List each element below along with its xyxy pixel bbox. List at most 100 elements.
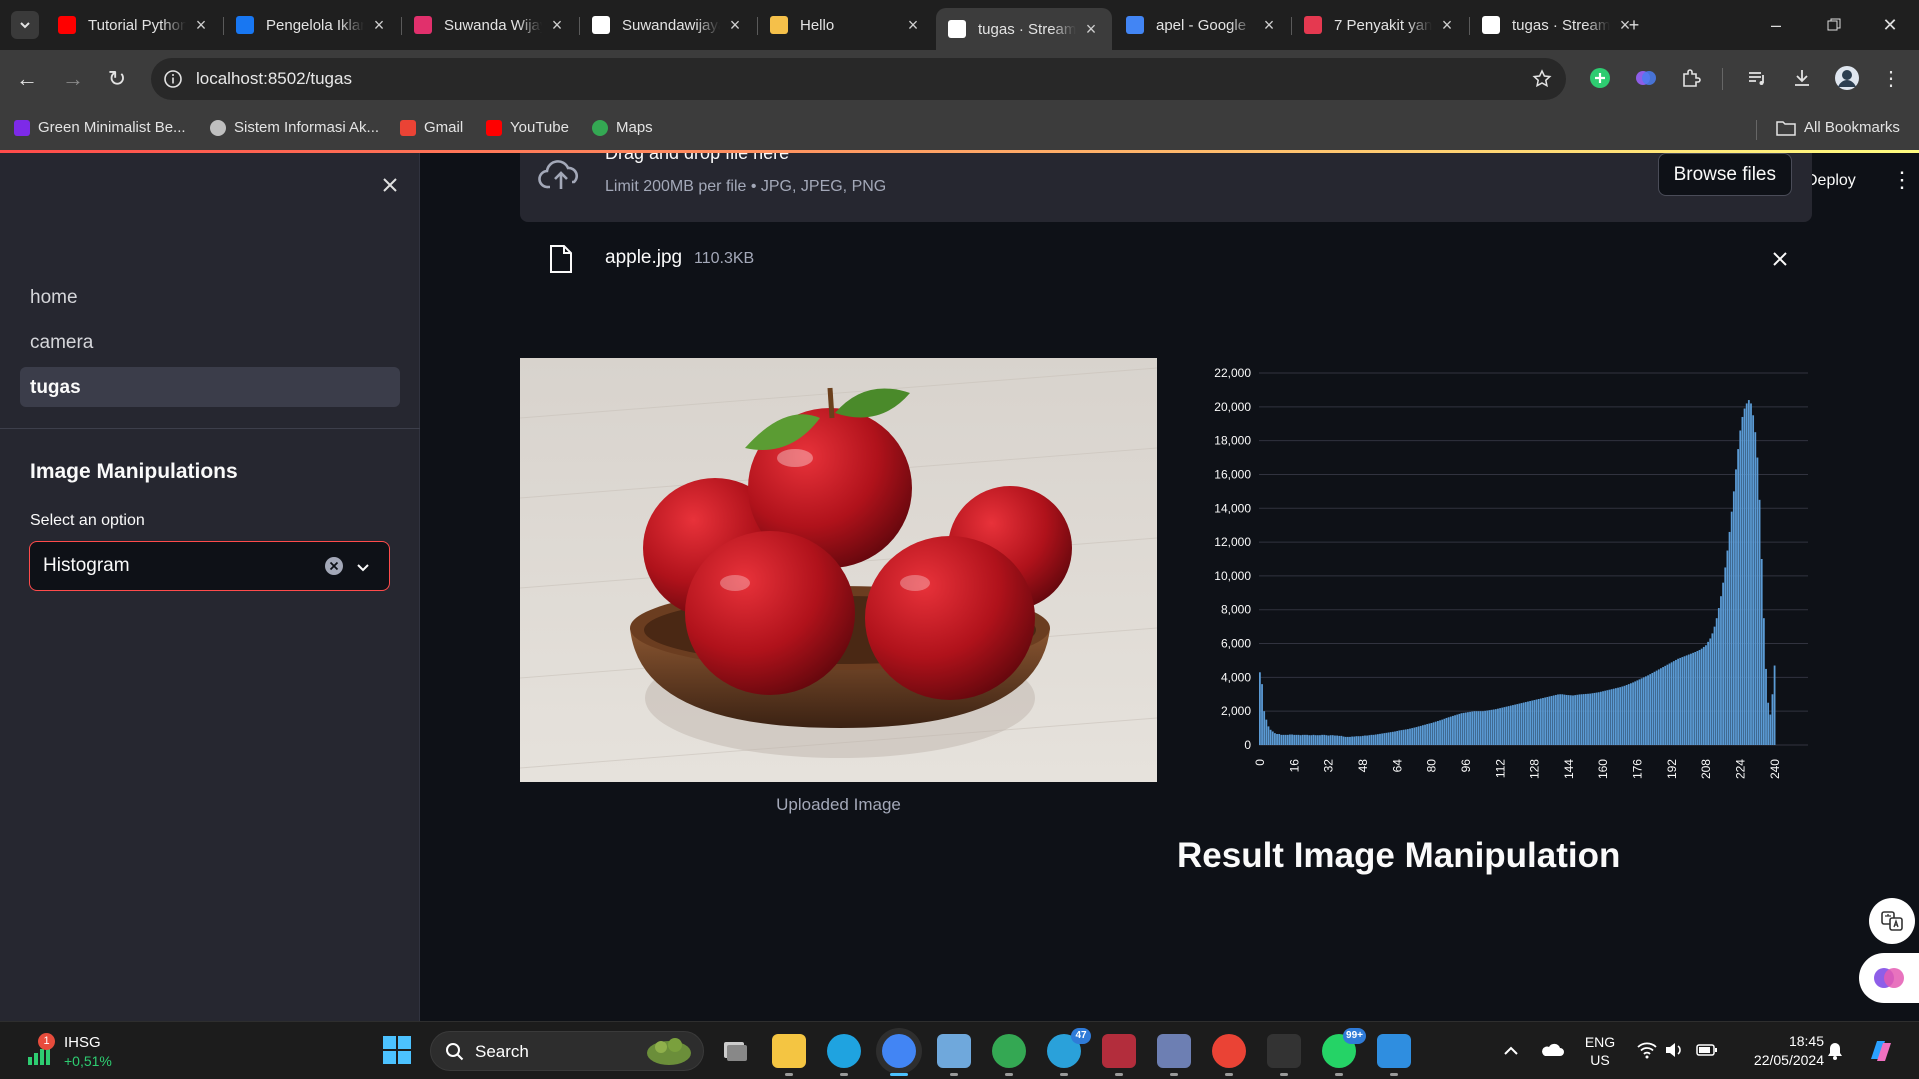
nav-link-tugas[interactable]: tugas: [20, 367, 400, 407]
histogram-bar: [1711, 633, 1714, 745]
translate-floating-button[interactable]: [1869, 898, 1915, 944]
histogram-bar: [1732, 491, 1735, 745]
nav-link-home[interactable]: home: [20, 277, 400, 317]
browser-tab[interactable]: Tutorial Python ×: [46, 8, 222, 42]
notification-bell-icon[interactable]: [1826, 1041, 1844, 1061]
bookmarks-divider: [1756, 120, 1757, 140]
taskbar-app-chrome[interactable]: [882, 1034, 916, 1068]
bookmark-item[interactable]: Gmail: [400, 119, 463, 136]
extensions-puzzle-icon[interactable]: [1678, 65, 1704, 91]
histogram-bar: [1542, 697, 1544, 745]
taskbar-search[interactable]: Search: [430, 1031, 704, 1071]
close-tab-icon[interactable]: ×: [548, 15, 566, 36]
close-tab-icon[interactable]: ×: [1082, 19, 1100, 40]
histogram-bar: [1432, 722, 1435, 745]
close-sidebar-button[interactable]: [378, 173, 402, 197]
histogram-bar: [1409, 728, 1411, 745]
copilot-icon[interactable]: [1866, 1037, 1896, 1065]
restore-button[interactable]: [1820, 12, 1848, 38]
stock-widget[interactable]: 1 IHSG +0,51%: [22, 1033, 142, 1071]
close-tab-icon[interactable]: ×: [192, 15, 210, 36]
sidebar-heading: Image Manipulations: [30, 460, 238, 483]
address-bar[interactable]: localhost:8502/tugas: [151, 58, 1566, 100]
browser-tab[interactable]: Pengelola Iklan ×: [224, 8, 400, 42]
taskbar-app-winrar[interactable]: [1102, 1034, 1136, 1068]
histogram-bar: [1642, 677, 1645, 745]
y-tick-label: 8,000: [1221, 603, 1251, 617]
forward-button[interactable]: →: [60, 66, 86, 92]
histogram-bar: [1436, 720, 1439, 745]
extension-add-icon[interactable]: [1587, 65, 1613, 91]
taskbar-app-inkscape[interactable]: [1157, 1034, 1191, 1068]
close-window-button[interactable]: ✕: [1876, 12, 1904, 38]
taskbar-app-terminal[interactable]: [1267, 1034, 1301, 1068]
result-title: Result Image Manipulation: [1177, 836, 1621, 875]
start-button[interactable]: [382, 1035, 412, 1065]
file-uploader-dropzone[interactable]: Drag and drop file here Limit 200MB per …: [520, 153, 1812, 222]
minimize-button[interactable]: –: [1762, 12, 1790, 38]
option-select[interactable]: Histogram: [29, 541, 390, 591]
download-icon[interactable]: [1789, 65, 1815, 91]
bookmark-item[interactable]: YouTube: [486, 119, 569, 136]
close-tab-icon[interactable]: ×: [370, 15, 388, 36]
app-menu-icon[interactable]: ⋮: [1891, 167, 1913, 193]
remove-file-icon[interactable]: [1770, 249, 1790, 269]
taskbar-app-edge[interactable]: [827, 1034, 861, 1068]
browse-files-button[interactable]: Browse files: [1657, 153, 1792, 196]
bookmark-item[interactable]: Sistem Informasi Ak...: [210, 119, 379, 136]
bookmark-star-icon[interactable]: [1532, 69, 1552, 89]
browser-tab[interactable]: Suwanda Wijaya ×: [402, 8, 578, 42]
close-tab-icon[interactable]: ×: [904, 15, 922, 36]
browser-tab[interactable]: Suwandawijaya ×: [580, 8, 756, 42]
histogram-bar: [1449, 716, 1452, 745]
deploy-button[interactable]: Deploy: [1806, 172, 1856, 190]
reload-button[interactable]: ↻: [104, 66, 130, 92]
tab-search-button[interactable]: [11, 11, 39, 39]
browser-menu-icon[interactable]: ⋮: [1878, 65, 1904, 91]
language-indicator[interactable]: ENG US: [1582, 1033, 1618, 1069]
close-tab-icon[interactable]: ×: [726, 15, 744, 36]
histogram-bar: [1267, 726, 1270, 745]
extension-brain-icon[interactable]: [1633, 65, 1659, 91]
media-control-icon[interactable]: [1744, 65, 1770, 91]
taskbar-app-vscode[interactable]: [1377, 1034, 1411, 1068]
wifi-icon[interactable]: [1636, 1041, 1658, 1059]
browser-tab[interactable]: apel - Google ×: [1114, 8, 1290, 42]
ai-assistant-floating-button[interactable]: [1859, 953, 1919, 1003]
battery-icon[interactable]: [1696, 1043, 1718, 1057]
taskbar-app-whatsapp[interactable]: 99+: [1322, 1028, 1366, 1068]
browser-tab[interactable]: tugas · Streamlit ×: [936, 8, 1112, 50]
chevron-up-icon[interactable]: [1503, 1044, 1519, 1058]
taskbar-app-chrome-alt[interactable]: [1212, 1034, 1246, 1068]
back-button[interactable]: ←: [14, 66, 40, 92]
close-tab-icon[interactable]: ×: [1438, 15, 1456, 36]
taskbar-app-chrome-profile[interactable]: [992, 1034, 1026, 1068]
taskbar-app-photos[interactable]: [937, 1034, 971, 1068]
profile-avatar-icon[interactable]: [1834, 65, 1860, 91]
histogram-bar: [1439, 720, 1441, 745]
all-bookmarks-button[interactable]: All Bookmarks: [1776, 119, 1900, 136]
chevron-down-icon[interactable]: [354, 558, 372, 576]
histogram-bar: [1544, 697, 1547, 745]
taskbar-app-file-explorer[interactable]: [772, 1034, 806, 1068]
task-view-button[interactable]: [718, 1034, 752, 1068]
toolbar-divider: [1722, 68, 1723, 90]
taskbar-app-telegram[interactable]: 47: [1047, 1028, 1091, 1068]
search-label: Search: [475, 1042, 529, 1061]
image-caption: Uploaded Image: [776, 795, 901, 814]
onedrive-icon[interactable]: [1540, 1042, 1564, 1058]
histogram-bar: [1379, 733, 1381, 745]
nav-link-camera[interactable]: camera: [20, 322, 400, 362]
site-info-icon[interactable]: [163, 69, 183, 89]
browser-tab[interactable]: 7 Penyakit yang ×: [1292, 8, 1468, 42]
clock[interactable]: 18:45 22/05/2024: [1730, 1032, 1824, 1070]
clear-icon[interactable]: [324, 556, 344, 576]
github-icon: [592, 16, 610, 34]
new-tab-button[interactable]: +: [1620, 12, 1648, 38]
browser-tab[interactable]: Hello ×: [758, 8, 934, 42]
bookmark-item[interactable]: Green Minimalist Be...: [14, 119, 186, 136]
histogram-bar: [1308, 735, 1311, 745]
close-tab-icon[interactable]: ×: [1260, 15, 1278, 36]
bookmark-item[interactable]: Maps: [592, 119, 653, 136]
volume-icon[interactable]: [1664, 1041, 1684, 1059]
